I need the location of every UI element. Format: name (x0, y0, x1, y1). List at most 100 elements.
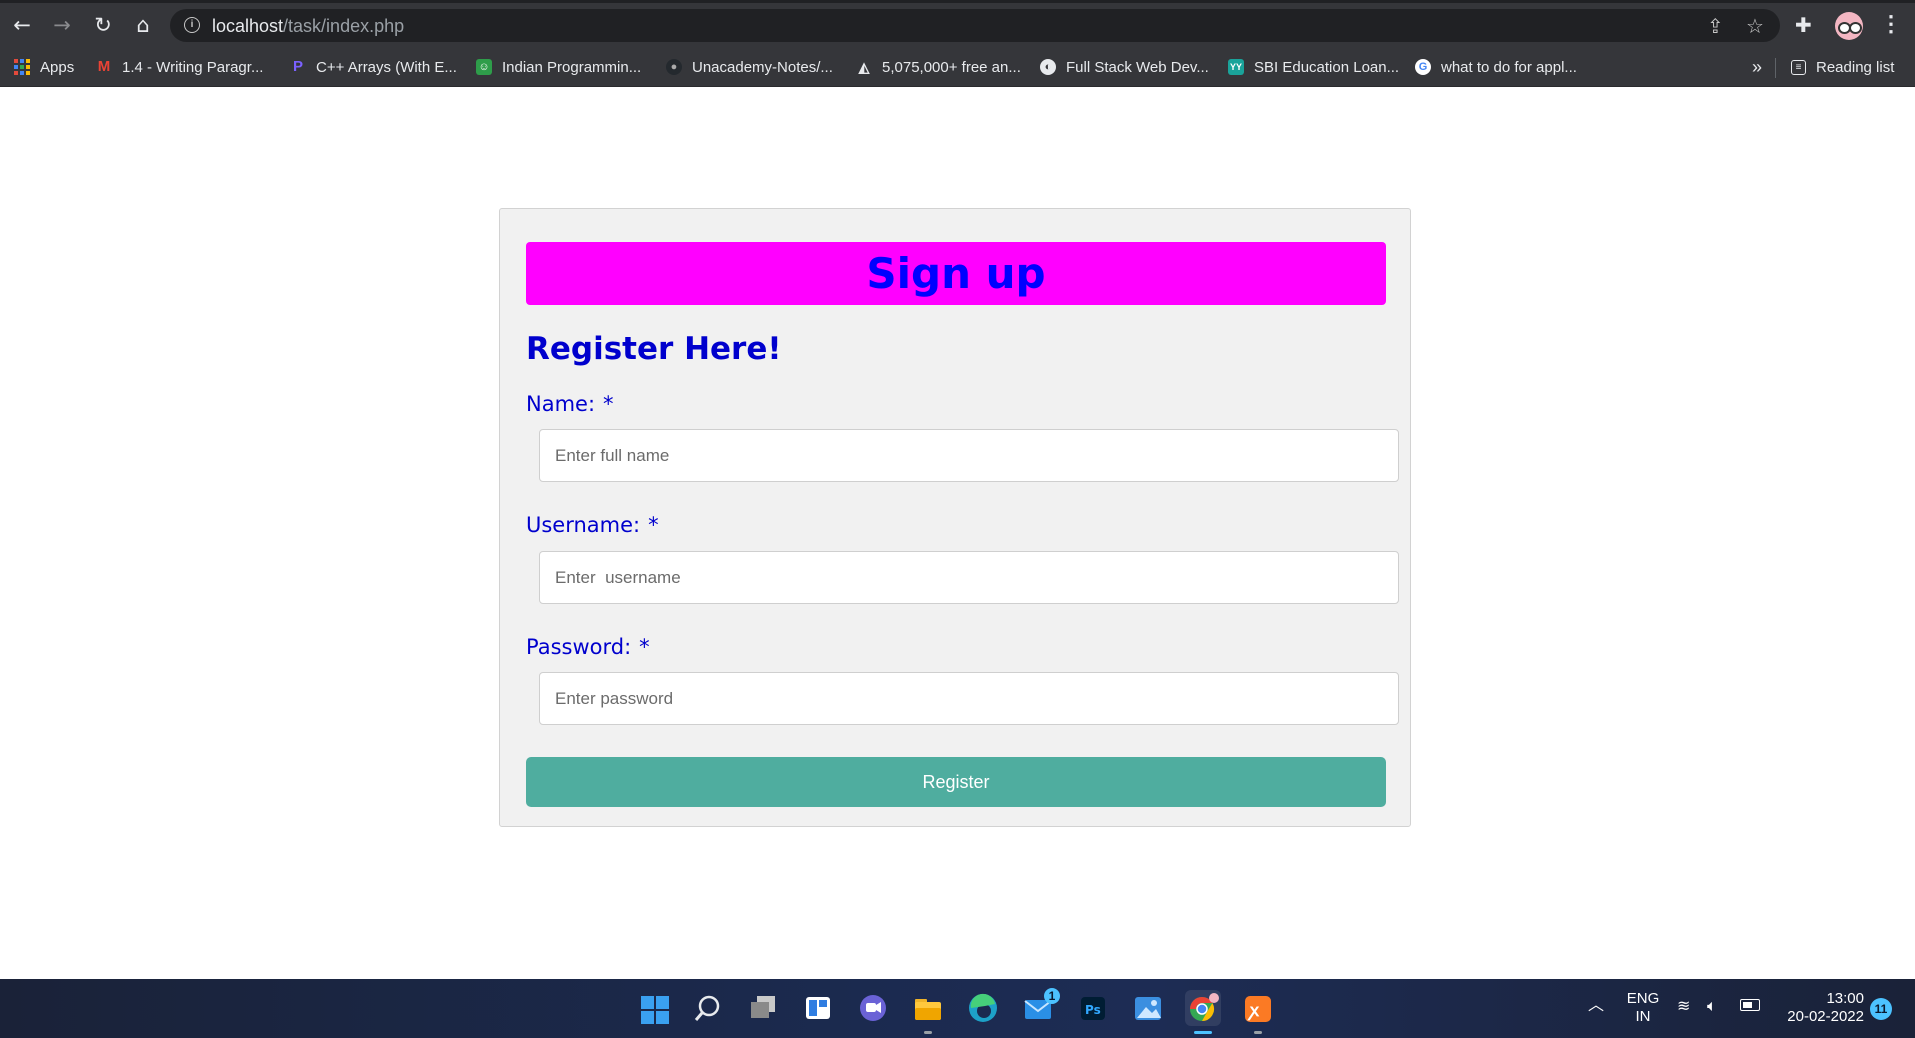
bookmark-label: Apps (40, 58, 75, 76)
bookmark-sbi-loan[interactable]: YY SBI Education Loan... (1228, 54, 1399, 80)
google-icon: G (1415, 59, 1431, 75)
username-label: Username: * (526, 513, 659, 537)
forward-arrow-icon[interactable]: → (49, 12, 75, 38)
clock-time: 13:00 (1826, 990, 1864, 1007)
bookmarks-overflow[interactable]: » (1752, 54, 1762, 80)
name-label: Name: * (526, 392, 614, 416)
url-path: /task/index.php (283, 16, 405, 36)
url-host: localhost (212, 16, 284, 36)
required-asterisk: * (603, 392, 614, 416)
url-text[interactable]: localhost/task/index.php (212, 16, 404, 37)
bookmark-free-assets[interactable]: ◭ 5,075,000+ free an... (856, 54, 1021, 80)
bookmark-label: Full Stack Web Dev... (1066, 58, 1209, 76)
reading-list[interactable]: ≡ Reading list (1791, 54, 1894, 80)
chrome-button[interactable] (1185, 990, 1221, 1026)
reading-list-icon: ≡ (1791, 59, 1806, 75)
teams-chat-button[interactable] (855, 990, 891, 1026)
photoshop-icon: Ps (1081, 997, 1105, 1020)
home-icon[interactable]: ⌂ (130, 12, 156, 38)
xampp-icon: ꭗ (1245, 996, 1271, 1022)
required-asterisk: * (639, 635, 650, 659)
extensions-puzzle-icon[interactable]: ✚ (1795, 13, 1812, 37)
mail-unread-badge: 1 (1044, 988, 1060, 1004)
bookmark-label: Indian Programmin... (502, 58, 642, 76)
volume-icon[interactable]: 🔈︎ (1707, 998, 1717, 1016)
username-label-text: Username: (526, 513, 641, 537)
search-icon (694, 995, 720, 1021)
share-icon[interactable]: ⇪ (1707, 14, 1724, 38)
overflow-chevron-icon: » (1752, 56, 1763, 77)
signup-form-card: Sign up Register Here! Name: * Username: *… (499, 208, 1411, 827)
language-code: ENG (1626, 990, 1660, 1007)
widgets-button[interactable] (800, 990, 836, 1026)
github-icon: ● (666, 59, 682, 75)
bookmark-gmail[interactable]: M 1.4 - Writing Paragr... (96, 54, 264, 80)
battery-icon[interactable] (1740, 999, 1760, 1011)
password-input[interactable] (539, 672, 1399, 725)
bookmark-indian-programming[interactable]: ☺ Indian Programmin... (476, 54, 641, 80)
site-favicon-icon: ☺ (476, 59, 492, 75)
wifi-icon[interactable]: ≋ (1677, 998, 1690, 1016)
search-button[interactable] (690, 990, 726, 1026)
edge-button[interactable] (965, 990, 1001, 1026)
start-button[interactable] (635, 990, 671, 1026)
photos-icon (1135, 997, 1161, 1020)
register-heading: Register Here! (526, 331, 782, 367)
site-info-icon[interactable]: i (184, 17, 200, 33)
register-button[interactable]: Register (526, 757, 1386, 807)
bookmark-google-search[interactable]: G what to do for appl... (1415, 54, 1577, 80)
active-app-indicator (1194, 1031, 1212, 1034)
battery-level (1743, 1002, 1752, 1008)
bookmark-label: Unacademy-Notes/... (692, 58, 833, 76)
edge-browser-icon (969, 993, 997, 1022)
browser-toolbar: ← → ↻ ⌂ i localhost/task/index.php ⇪ ☆ ✚… (0, 0, 1915, 48)
xampp-button[interactable]: ꭗ (1240, 990, 1276, 1026)
gmail-icon: M (97, 58, 111, 75)
task-view-button[interactable] (745, 990, 781, 1026)
photoshop-button[interactable]: Ps (1075, 990, 1111, 1026)
avatar-glasses-right (1849, 22, 1862, 34)
required-asterisk: * (648, 513, 659, 537)
back-arrow-icon[interactable]: ← (9, 12, 35, 38)
reload-icon[interactable]: ↻ (90, 12, 116, 38)
site-favicon-icon: ◭ (858, 59, 870, 75)
file-explorer-button[interactable] (910, 990, 946, 1026)
browser-menu-icon[interactable]: ⋮ (1880, 11, 1902, 37)
bookmark-cpp-arrays[interactable]: P C++ Arrays (With E... (290, 54, 457, 80)
bookmark-label: SBI Education Loan... (1254, 58, 1400, 76)
username-input[interactable] (539, 551, 1399, 604)
bookmark-divider (1775, 58, 1776, 78)
reading-list-label: Reading list (1816, 58, 1895, 76)
clock-date: 20-02-2022 (1787, 1008, 1864, 1025)
profile-avatar[interactable] (1835, 12, 1863, 40)
windows-logo-icon (641, 996, 669, 1024)
name-label-text: Name: (526, 392, 596, 416)
bookmark-label: 5,075,000+ free an... (882, 58, 1021, 76)
bookmark-full-stack[interactable]: ◐ Full Stack Web Dev... (1040, 54, 1209, 80)
widgets-icon (806, 997, 830, 1019)
region-code: IN (1635, 1008, 1651, 1025)
chat-icon (860, 995, 886, 1021)
chrome-icon (1190, 993, 1219, 1021)
language-indicator[interactable]: ENG IN (1625, 990, 1661, 1026)
address-bar[interactable]: i localhost/task/index.php ⇪ ☆ (170, 9, 1780, 42)
bookmarks-bar: Apps M 1.4 - Writing Paragr... P C++ Arr… (0, 48, 1915, 87)
running-indicator (924, 1031, 932, 1034)
bookmark-label: C++ Arrays (With E... (316, 58, 457, 76)
windows-taskbar: 1 Ps ꭗ ︿ ENG IN ≋ 🔈︎ 13:00 20-02-2022 11 (0, 979, 1915, 1038)
svg-text:Ps: Ps (1085, 1003, 1101, 1017)
bookmark-star-icon[interactable]: ☆ (1746, 14, 1764, 38)
bookmark-apps[interactable]: Apps (14, 54, 74, 80)
signup-banner: Sign up (526, 242, 1386, 305)
running-indicator (1254, 1031, 1262, 1034)
bookmark-unacademy-notes[interactable]: ● Unacademy-Notes/... (666, 54, 833, 80)
photos-button[interactable] (1130, 990, 1166, 1026)
folder-icon (915, 999, 941, 1020)
programiz-icon: P (292, 58, 303, 75)
show-hidden-icons-chevron-icon[interactable]: ︿ (1588, 997, 1604, 1015)
mail-button[interactable]: 1 (1020, 988, 1060, 1026)
name-input[interactable] (539, 429, 1399, 482)
clock[interactable]: 13:00 20-02-2022 (1774, 990, 1864, 1026)
notification-badge[interactable]: 11 (1870, 998, 1892, 1020)
password-label: Password: * (526, 635, 650, 659)
